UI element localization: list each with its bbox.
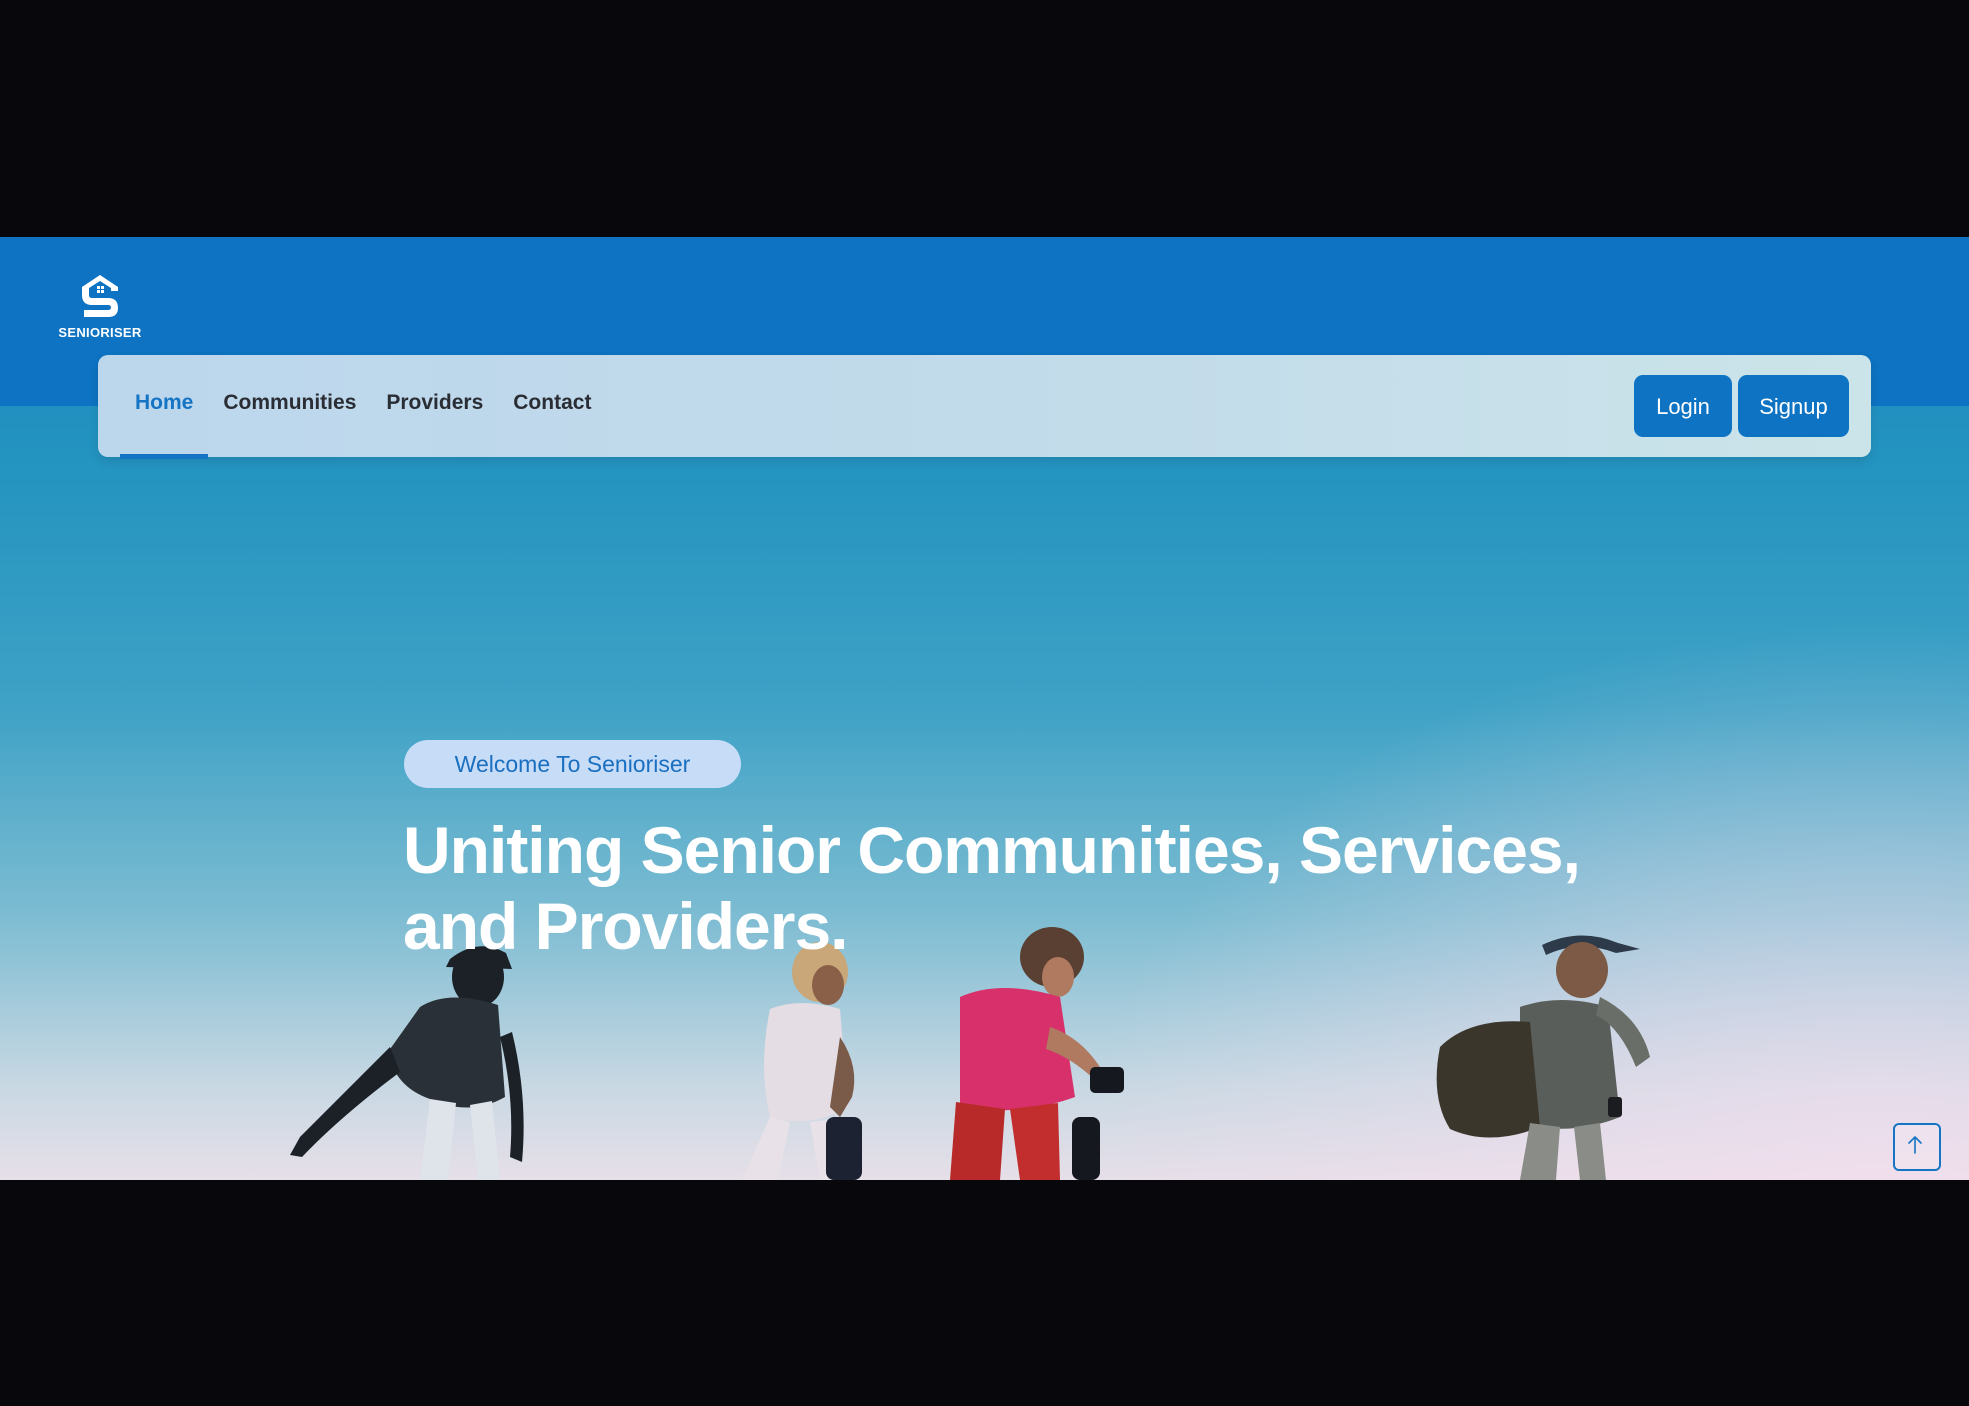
letterbox-top xyxy=(0,0,1969,237)
letterbox-bottom xyxy=(0,1180,1969,1406)
page-viewport: SENIORISER Home Communities Providers Co… xyxy=(0,237,1969,1180)
hero-title-line-1: Uniting Senior Communities, Services, xyxy=(403,813,1581,887)
arrow-up-icon xyxy=(1908,1136,1922,1154)
scroll-to-top-button[interactable] xyxy=(1893,1123,1941,1171)
hero-title: Uniting Senior Communities, Services, an… xyxy=(403,812,1703,964)
hero-photo-people xyxy=(290,927,1650,1180)
hero-title-line-2: and Providers. xyxy=(403,889,848,963)
